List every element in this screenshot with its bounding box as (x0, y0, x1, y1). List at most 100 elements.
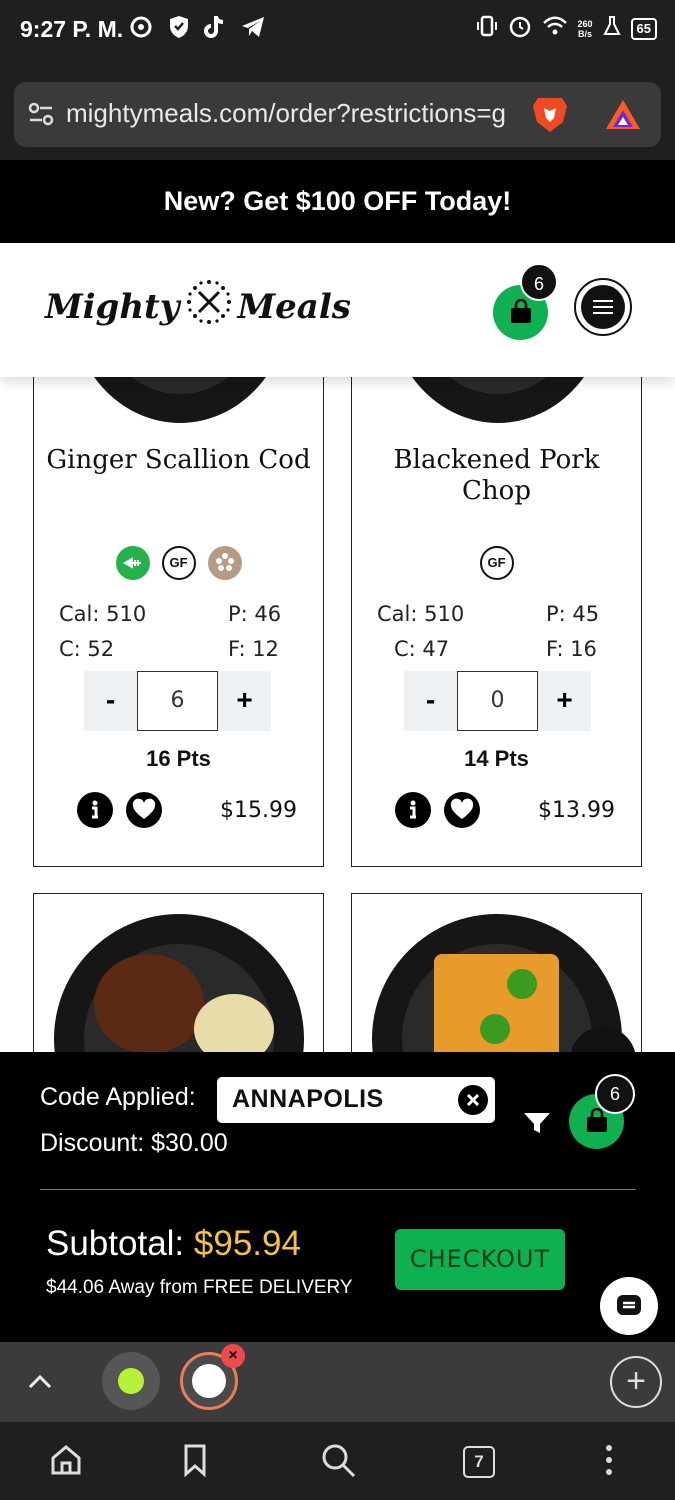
meal-name[interactable]: Ginger Scallion Cod (42, 445, 315, 476)
tabs-button[interactable]: 7 (463, 1446, 495, 1478)
new-tab-icon[interactable]: + (610, 1356, 662, 1408)
menu-button[interactable] (574, 278, 632, 336)
decrease-button[interactable]: - (84, 671, 137, 731)
net-speed-unit: B/s (578, 28, 593, 39)
discount-text: Discount: $30.00 (40, 1129, 228, 1157)
free-delivery-progress: $44.06 Away from FREE DELIVERY (46, 1277, 353, 1298)
battery-indicator: 65 (630, 17, 657, 40)
tab-thumbnail-active[interactable]: × (180, 1344, 245, 1410)
hamburger-icon (581, 285, 625, 329)
promo-code-value: ANNAPOLIS (232, 1085, 384, 1113)
quantity-stepper: - 6 + (84, 671, 271, 731)
filter-icon[interactable] (522, 1110, 552, 1141)
meal-card: Blackened Pork Chop GF Cal: 510 P: 45 C:… (351, 377, 642, 867)
meal-card (33, 893, 324, 1052)
wifi-icon (542, 15, 568, 42)
mightymeals-logo[interactable]: Mighty Meals (45, 279, 351, 334)
divider (40, 1189, 636, 1190)
checkout-button[interactable]: CHECKOUT (395, 1229, 565, 1290)
carbs: C: 52 (59, 637, 115, 661)
net-speed-value: 260 (577, 18, 593, 29)
clock: 9:27 P. M. (20, 16, 124, 42)
quantity-input[interactable]: 6 (137, 671, 218, 731)
meal-price: $15.99 (220, 798, 297, 823)
browser-toolbar: mightymeals.com/order?restrictions=g (0, 62, 675, 160)
logo-word-meals: Meals (237, 286, 351, 327)
chat-notification-icon (130, 14, 154, 45)
gluten-free-icon: GF (479, 546, 514, 580)
chevron-up-icon[interactable] (26, 1368, 54, 1401)
notification-icons (130, 14, 266, 45)
remove-code-icon[interactable] (458, 1085, 488, 1115)
meal-grid: Ginger Scallion Cod GF Cal: 510 P: 46 C:… (0, 377, 675, 1052)
subtotal: Subtotal: $95.94 (46, 1224, 301, 1264)
chat-button[interactable] (600, 1277, 658, 1335)
shield-notification-icon (168, 14, 190, 45)
url-text[interactable]: mightymeals.com/order?restrictions=g (66, 98, 526, 129)
tab-thumbnail[interactable] (102, 1352, 160, 1410)
system-icons: 260 B/s 65 (476, 14, 657, 43)
favorite-heart-icon[interactable] (444, 792, 480, 828)
cart-button[interactable]: 6 (493, 263, 558, 340)
cart-count-badge: 6 (595, 1074, 635, 1114)
more-options-icon[interactable] (600, 1442, 618, 1483)
promo-banner[interactable]: New? Get $100 OFF Today! (0, 160, 675, 243)
protein: P: 46 (228, 602, 282, 626)
low-carb-icon (115, 546, 150, 580)
tiktok-notification-icon (204, 14, 226, 45)
quantity-input[interactable]: 0 (457, 671, 538, 731)
address-bar[interactable]: mightymeals.com/order?restrictions=g (14, 82, 661, 147)
cart-button-bottom[interactable]: 6 (569, 1074, 635, 1149)
brave-shields-icon[interactable] (530, 94, 570, 141)
meal-points: 14 Pts (464, 746, 529, 771)
flask-icon (602, 15, 621, 42)
vibrate-icon (476, 14, 498, 43)
bookmark-icon[interactable] (180, 1442, 210, 1483)
meal-image[interactable] (70, 377, 290, 423)
calories: Cal: 510 (59, 602, 147, 626)
carbs: C: 47 (394, 637, 450, 661)
home-icon[interactable] (48, 1442, 84, 1483)
info-icon[interactable] (395, 792, 431, 828)
logo-cutlery-icon (186, 279, 232, 334)
meal-price: $13.99 (538, 798, 615, 823)
info-icon[interactable] (77, 792, 113, 828)
meal-name[interactable]: Blackened Pork Chop (360, 445, 633, 507)
favorite-heart-icon[interactable] (126, 792, 162, 828)
tab-switcher-strip: × + (0, 1342, 675, 1422)
meal-image[interactable] (54, 914, 304, 1052)
dietary-badges: GF (352, 546, 641, 580)
site-header: Mighty Meals 6 (0, 243, 675, 377)
promo-code-field[interactable]: ANNAPOLIS (217, 1077, 495, 1123)
status-bar: 9:27 P. M. 260 B/s 65 (0, 0, 675, 62)
shopping-bag-icon (511, 299, 531, 323)
gluten-free-icon: GF (161, 546, 196, 580)
logo-word-mighty: Mighty (45, 286, 180, 327)
decrease-button[interactable]: - (404, 671, 457, 731)
increase-button[interactable]: + (538, 671, 591, 731)
dairy-free-icon (207, 546, 242, 580)
subtotal-amount: $95.94 (193, 1224, 301, 1263)
cart-count-badge: 6 (520, 263, 558, 301)
protein: P: 45 (546, 602, 600, 626)
meal-image[interactable] (388, 377, 608, 423)
brave-rewards-icon[interactable] (604, 98, 642, 137)
chat-icon (617, 1295, 641, 1315)
dietary-badges: GF (34, 546, 323, 580)
tab-count: 7 (463, 1446, 495, 1478)
order-summary-panel: Code Applied: ANNAPOLIS Discount: $30.00… (0, 1052, 675, 1342)
fat: F: 16 (546, 637, 597, 661)
increase-button[interactable]: + (218, 671, 271, 731)
subtotal-label: Subtotal: (46, 1224, 185, 1263)
browser-bottom-nav: 7 (0, 1422, 675, 1500)
meal-card: Ginger Scallion Cod GF Cal: 510 P: 46 C:… (33, 377, 324, 867)
quantity-stepper: - 0 + (404, 671, 591, 731)
net-speed: 260 B/s (578, 19, 593, 39)
close-tab-icon[interactable]: × (221, 1344, 245, 1368)
search-icon[interactable] (320, 1442, 358, 1485)
site-settings-icon[interactable] (28, 102, 54, 131)
calories: Cal: 510 (377, 602, 465, 626)
telegram-notification-icon (240, 14, 266, 45)
alarm-icon (508, 14, 532, 43)
code-applied-label: Code Applied: (40, 1083, 196, 1111)
